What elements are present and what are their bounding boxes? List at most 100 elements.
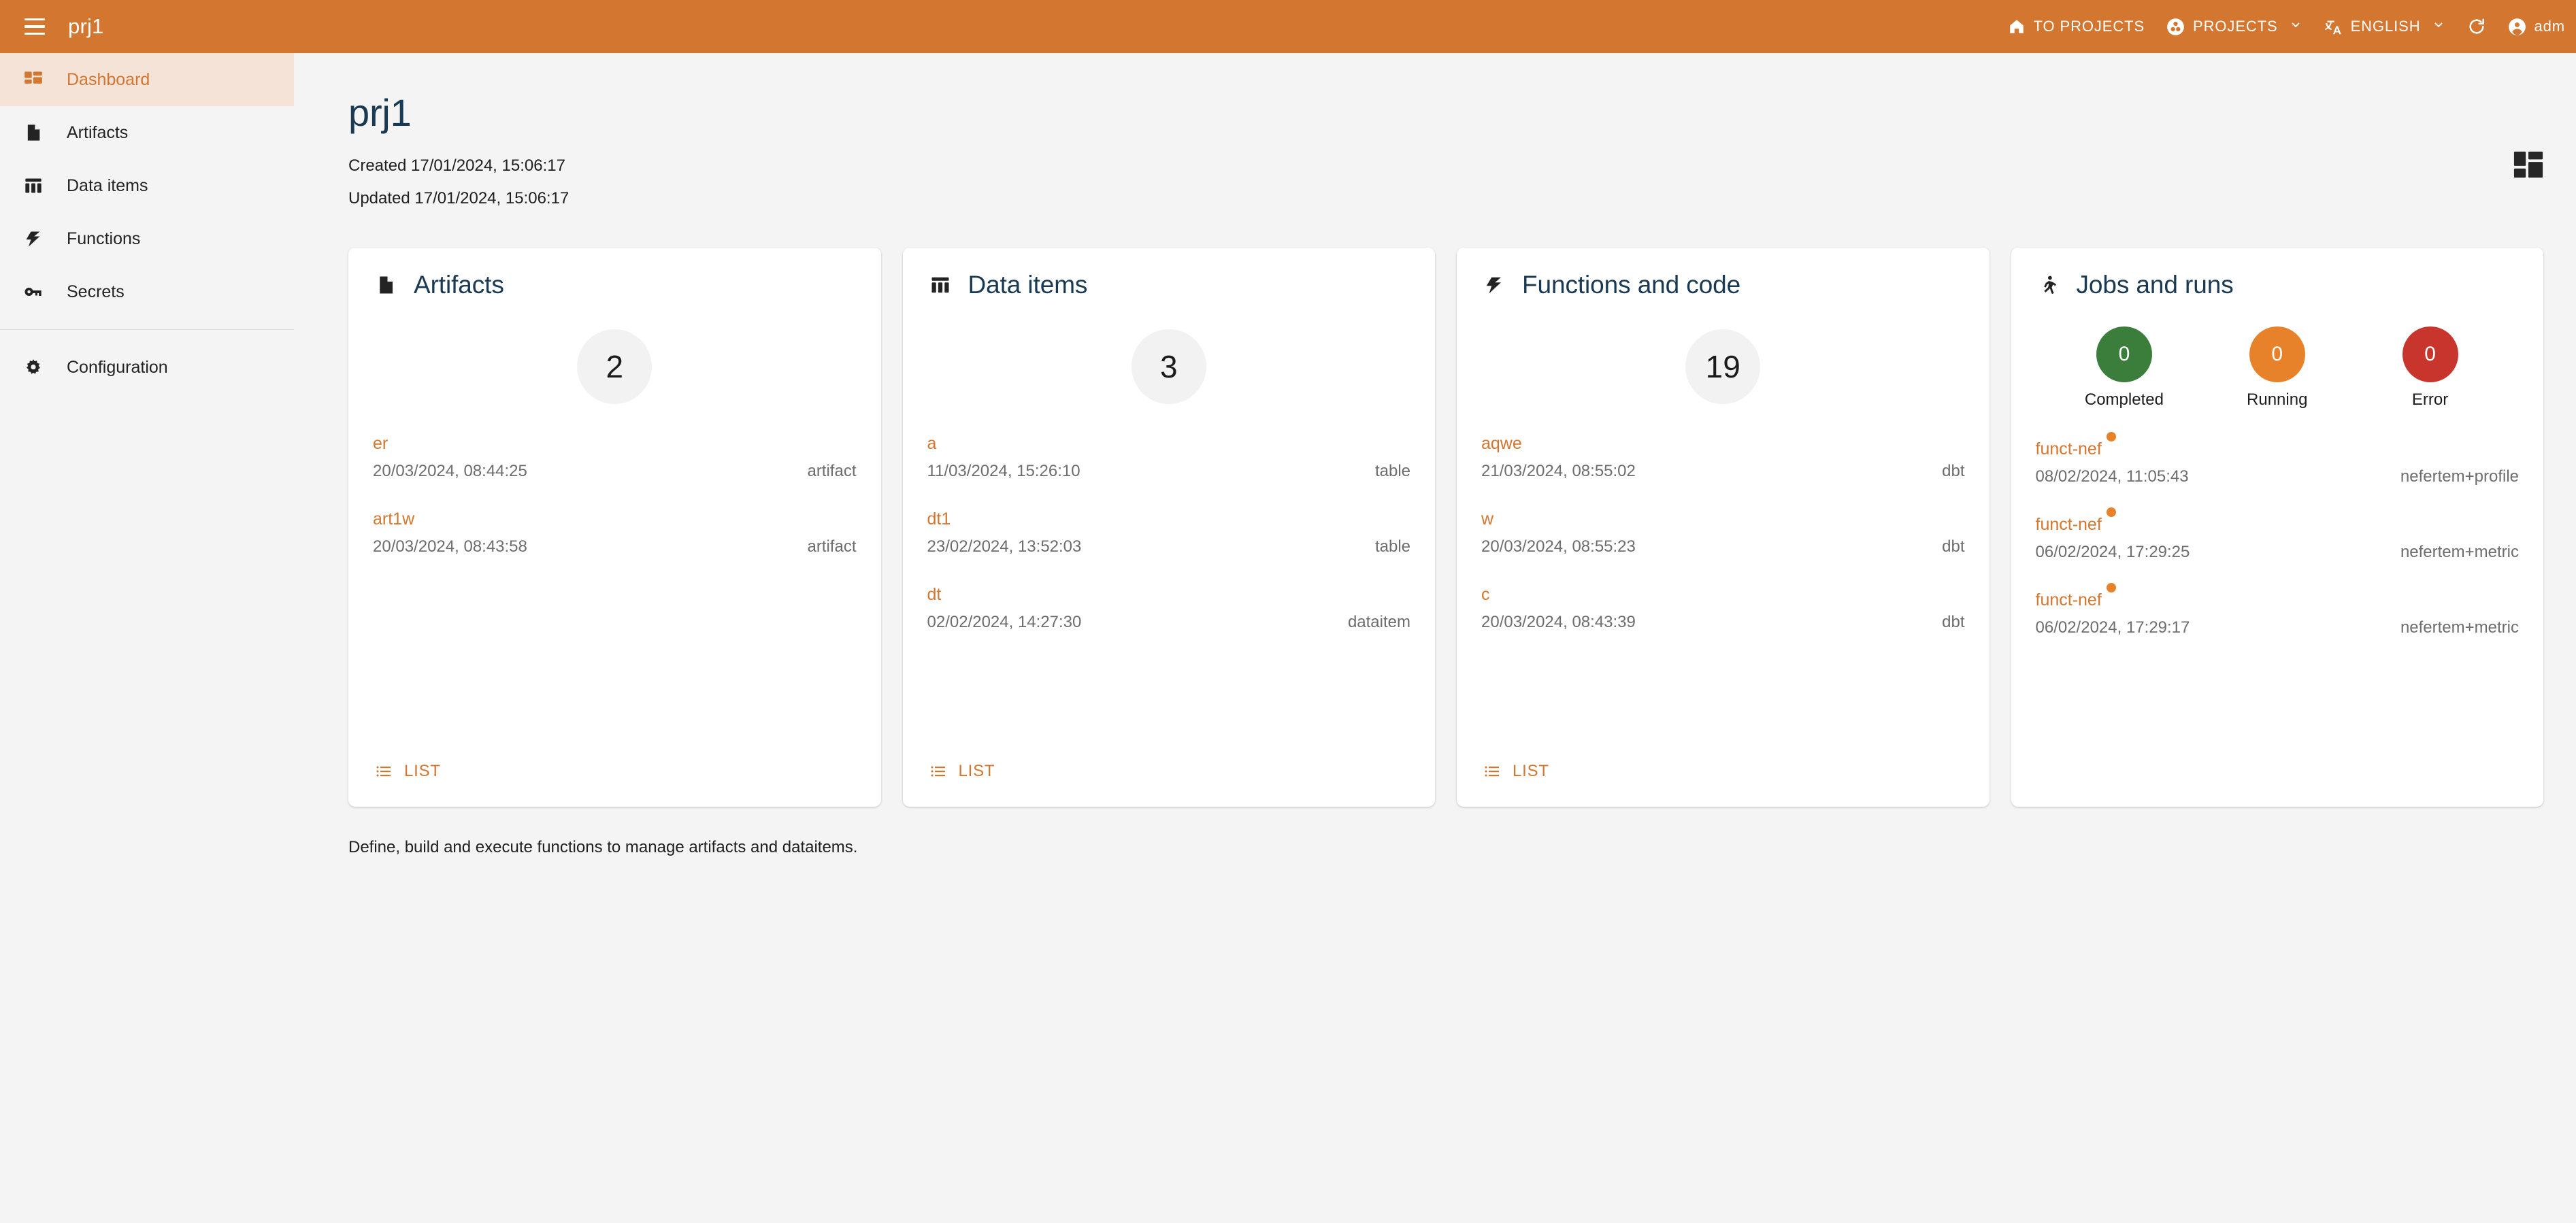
data-items-count-badge: 3: [1131, 329, 1206, 404]
running-person-icon: [2036, 275, 2062, 295]
sidebar-divider: [0, 329, 294, 330]
item-name-link[interactable]: a: [927, 435, 937, 452]
item-name-link[interactable]: funct-nef: [2035, 507, 2116, 534]
gear-icon: [20, 358, 46, 377]
item-kind: nefertem+metric: [2400, 543, 2519, 561]
list-item[interactable]: aqwe 21/03/2024, 08:55:02 dbt: [1481, 435, 1965, 481]
card-functions-and-code: Functions and code 19 aqwe 21/03/2024, 0…: [1457, 248, 1989, 807]
list-item[interactable]: w 20/03/2024, 08:55:23 dbt: [1481, 511, 1965, 556]
card-footer: [2036, 786, 2520, 807]
item-meta: 20/03/2024, 08:55:23 dbt: [1481, 537, 1965, 556]
sidebar-item-dashboard[interactable]: Dashboard: [0, 53, 294, 106]
artifacts-list-button[interactable]: LIST: [373, 756, 444, 786]
language-label: ENGLISH: [2350, 18, 2421, 35]
app-bar-left-group: prj1: [0, 11, 104, 42]
item-meta: 11/03/2024, 15:26:10 table: [927, 462, 1411, 481]
status-label: Error: [2411, 390, 2449, 409]
list-item[interactable]: a 11/03/2024, 15:26:10 table: [927, 435, 1411, 481]
item-name-link[interactable]: funct-nef: [2035, 583, 2116, 609]
sidebar-item-artifacts[interactable]: Artifacts: [0, 106, 294, 159]
card-header: Jobs and runs: [2036, 271, 2520, 299]
list-item[interactable]: er 20/03/2024, 08:44:25 artifact: [373, 435, 857, 481]
item-name-link[interactable]: art1w: [373, 511, 414, 528]
item-name-text: funct-nef: [2035, 439, 2102, 458]
list-item[interactable]: funct-nef 06/02/2024, 17:29:25 nefertem+…: [2035, 507, 2519, 562]
app-root: prj1 TO PROJECTS PROJECTS ENGLISH adm Da…: [0, 0, 2576, 1223]
item-name-link[interactable]: c: [1481, 586, 1490, 603]
sidebar-item-secrets[interactable]: Secrets: [0, 265, 294, 318]
card-rows: funct-nef 08/02/2024, 11:05:43 nefertem+…: [2035, 432, 2520, 637]
item-date: 06/02/2024, 17:29:25: [2035, 543, 2190, 561]
sidebar-nav: Dashboard Artifacts Data items Functions…: [0, 53, 294, 1223]
sidebar-item-data-items[interactable]: Data items: [0, 159, 294, 212]
page-header: prj1 Created 17/01/2024, 15:06:17 Update…: [294, 53, 2576, 207]
item-meta: 20/03/2024, 08:44:25 artifact: [373, 462, 857, 481]
lightning-bolt-icon: [1481, 275, 1507, 295]
document-icon: [373, 275, 399, 295]
item-kind: artifact: [807, 537, 857, 556]
account-menu-button[interactable]: adm: [2497, 0, 2576, 53]
hamburger-menu-icon[interactable]: [19, 11, 50, 42]
item-name-link[interactable]: aqwe: [1481, 435, 1522, 452]
item-name-link[interactable]: er: [373, 435, 388, 452]
functions-count-badge: 19: [1685, 329, 1761, 404]
item-date: 21/03/2024, 08:55:02: [1481, 462, 1636, 480]
top-app-bar: prj1 TO PROJECTS PROJECTS ENGLISH adm: [0, 0, 2576, 53]
run-status-dot-icon: [2106, 432, 2116, 441]
dashboard-grid-icon: [20, 70, 46, 89]
list-button-label: LIST: [404, 762, 441, 780]
list-button-label: LIST: [958, 762, 995, 780]
sidebar-item-label: Data items: [67, 175, 148, 195]
run-status-dot-icon: [2106, 583, 2116, 592]
dashboard-layout-icon[interactable]: [2511, 147, 2546, 182]
item-date: 02/02/2024, 14:27:30: [927, 613, 1082, 631]
item-meta: 08/02/2024, 11:05:43 nefertem+profile: [2036, 467, 2520, 486]
item-meta: 23/02/2024, 13:52:03 table: [927, 537, 1411, 556]
sidebar-item-label: Functions: [67, 229, 141, 248]
sidebar-item-label: Dashboard: [67, 69, 150, 89]
item-date: 20/03/2024, 08:43:58: [373, 537, 527, 556]
item-name-text: funct-nef: [2035, 590, 2102, 609]
item-name-text: funct-nef: [2035, 515, 2102, 534]
list-item[interactable]: c 20/03/2024, 08:43:39 dbt: [1481, 586, 1965, 632]
sidebar-item-configuration[interactable]: Configuration: [0, 341, 294, 394]
projects-label: PROJECTS: [2193, 18, 2278, 35]
data-items-list-button[interactable]: LIST: [927, 756, 998, 786]
card-footer: LIST: [373, 756, 857, 807]
list-item[interactable]: art1w 20/03/2024, 08:43:58 artifact: [373, 511, 857, 556]
item-meta: 20/03/2024, 08:43:39 dbt: [1481, 613, 1965, 632]
sidebar-item-functions[interactable]: Functions: [0, 212, 294, 265]
refresh-button[interactable]: [2456, 0, 2497, 53]
dashboard-cards-row: Artifacts 2 er 20/03/2024, 08:44:25 arti…: [294, 223, 2576, 807]
page-title: prj1: [348, 91, 412, 134]
language-menu-button[interactable]: ENGLISH: [2313, 0, 2456, 53]
card-footer: LIST: [1481, 756, 1965, 807]
item-name-link[interactable]: dt1: [927, 511, 951, 528]
item-kind: dataitem: [1347, 613, 1410, 631]
list-item[interactable]: dt1 23/02/2024, 13:52:03 table: [927, 511, 1411, 556]
item-date: 08/02/2024, 11:05:43: [2035, 467, 2189, 486]
card-data-items: Data items 3 a 11/03/2024, 15:26:10 tabl…: [902, 248, 1435, 807]
list-item[interactable]: dt 02/02/2024, 14:27:30 dataitem: [927, 586, 1411, 632]
account-circle-icon: [2508, 18, 2526, 36]
counter-wrap: 19: [1481, 329, 1965, 404]
card-artifacts: Artifacts 2 er 20/03/2024, 08:44:25 arti…: [348, 248, 881, 807]
item-name-link[interactable]: dt: [927, 586, 942, 603]
status-badge: 0: [2249, 326, 2305, 382]
to-projects-button[interactable]: TO PROJECTS: [1997, 0, 2156, 53]
list-item[interactable]: funct-nef 06/02/2024, 17:29:17 nefertem+…: [2035, 583, 2519, 637]
created-timestamp: Created 17/01/2024, 15:06:17: [348, 156, 565, 175]
card-footer: LIST: [927, 756, 1411, 807]
item-name-link[interactable]: w: [1481, 511, 1493, 528]
list-item[interactable]: funct-nef 08/02/2024, 11:05:43 nefertem+…: [2035, 432, 2520, 486]
main-content: prj1 Created 17/01/2024, 15:06:17 Update…: [294, 53, 2576, 1223]
item-meta: 21/03/2024, 08:55:02 dbt: [1481, 462, 1965, 481]
card-title: Data items: [968, 271, 1088, 299]
item-date: 20/03/2024, 08:43:39: [1481, 613, 1636, 631]
functions-list-button[interactable]: LIST: [1481, 756, 1552, 786]
item-date: 11/03/2024, 15:26:10: [927, 462, 1080, 480]
projects-menu-button[interactable]: PROJECTS: [2156, 0, 2313, 53]
sidebar-item-label: Artifacts: [67, 122, 129, 142]
item-name-link[interactable]: funct-nef: [2035, 432, 2116, 458]
jobs-status-row: 0 Completed 0 Running 0 Error: [2036, 326, 2520, 409]
